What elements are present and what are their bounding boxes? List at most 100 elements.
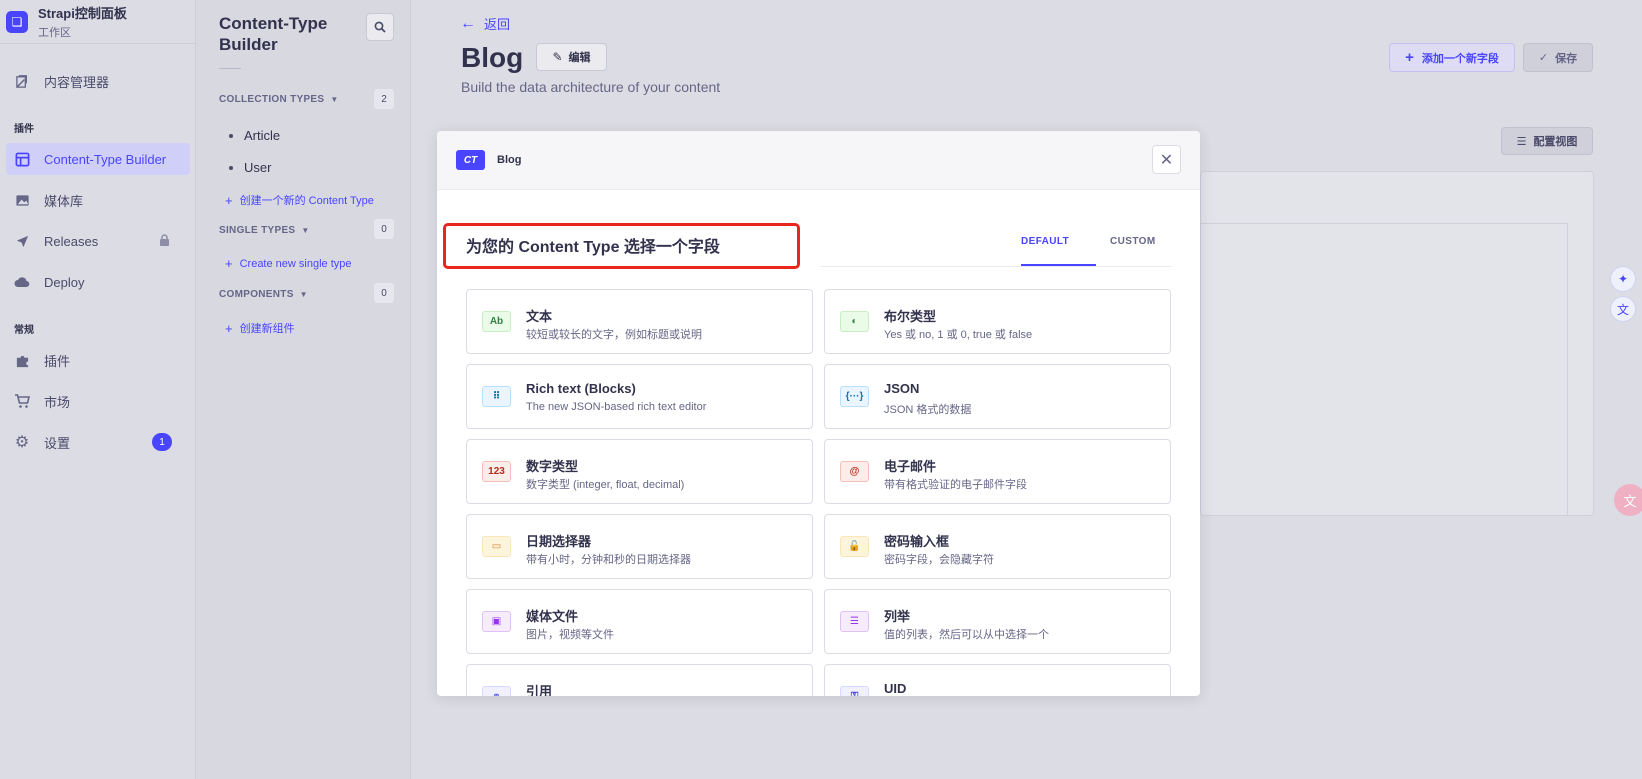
field-type-card[interactable]: ▭ 日期选择器带有小时，分钟和秒的日期选择器 xyxy=(466,514,813,579)
json-icon: {···} xyxy=(840,386,869,407)
field-type-description: 图片，视频等文件 xyxy=(526,629,614,641)
search-button[interactable] xyxy=(366,13,394,41)
nav-content-manager[interactable]: 内容管理器 xyxy=(6,65,190,97)
field-type-card[interactable]: ▣ 媒体文件 图片，视频等文件 xyxy=(466,589,813,654)
nav-content-type-builder[interactable]: Content-Type Builder xyxy=(6,143,190,175)
field-type-card[interactable]: @ 电子邮件 带有格式验证的电子邮件字段 xyxy=(824,439,1171,504)
active-tab-indicator xyxy=(1021,264,1096,266)
subnav-title: Content-Type Builder xyxy=(219,14,328,54)
field-type-name: 日期选择器 xyxy=(526,534,592,549)
collection-types-toggle[interactable]: COLLECTION TYPES ▼ xyxy=(219,94,339,105)
field-type-card[interactable]: 🔓 密码输入框 密码字段，会隐藏字符 xyxy=(824,514,1171,579)
field-type-card[interactable]: Ab 文本 较短或较长的文字，例如标题或说明 xyxy=(466,289,813,354)
ctb-subnav: Content-Type Builder COLLECTION TYPES ▼ … xyxy=(196,0,411,779)
brand[interactable]: ❏ Strapi控制面板 工作区 xyxy=(0,0,195,44)
field-type-name: 布尔类型 xyxy=(884,309,937,324)
key-icon: ⚿ xyxy=(840,686,869,696)
plus-icon: + xyxy=(225,320,233,336)
field-type-card[interactable]: ☰ 列举 值的列表，然后可以从中选择一个 xyxy=(824,589,1171,654)
collection-types-count: 2 xyxy=(374,89,394,109)
nav-label: 设置 xyxy=(44,435,71,451)
layout-icon xyxy=(14,151,30,167)
gear-icon: ⚙ xyxy=(14,434,30,451)
strapi-logo-icon: ❏ xyxy=(6,10,28,33)
nav-label: 内容管理器 xyxy=(44,74,110,90)
nav-settings[interactable]: ⚙ 设置 1 xyxy=(6,426,190,458)
plus-icon: + xyxy=(1405,49,1414,66)
field-type-description: 数字类型 (integer, float, decimal) xyxy=(526,479,685,491)
nav-plugins[interactable]: 插件 xyxy=(6,344,190,376)
create-component-link[interactable]: + 创建新组件 xyxy=(225,320,295,336)
relation-icon: ⚭ xyxy=(482,686,511,696)
modal-title: Blog xyxy=(497,154,522,166)
field-type-card[interactable]: {···} JSON JSON 格式的数据 xyxy=(824,364,1171,429)
field-type-description: 带有小时，分钟和秒的日期选择器 xyxy=(526,554,691,566)
number-icon: 123 xyxy=(482,461,511,482)
section-label: COMPONENTS xyxy=(219,289,294,300)
tab-default[interactable]: DEFAULT xyxy=(1021,236,1069,247)
nav-releases[interactable]: Releases xyxy=(6,225,190,257)
media-icon: ▣ xyxy=(482,611,511,632)
add-field-button[interactable]: + 添加一个新字段 xyxy=(1389,43,1515,72)
field-type-card[interactable]: ⚭ 引用 xyxy=(466,664,813,696)
cloud-icon xyxy=(14,274,30,290)
text-icon: Ab xyxy=(482,311,511,332)
back-link[interactable]: ← 返回 xyxy=(460,14,510,33)
close-icon: ✕ xyxy=(1159,151,1174,169)
nav-label: Deploy xyxy=(44,274,85,290)
field-type-card[interactable]: 123 数字类型数字类型 (integer, float, decimal) xyxy=(466,439,813,504)
configure-view-button[interactable]: ☰ 配置视图 xyxy=(1501,127,1593,155)
link-label: Create new single type xyxy=(239,257,352,270)
brand-subtitle: 工作区 xyxy=(38,27,71,39)
field-type-description: Yes 或 no, 1 或 0, true 或 false xyxy=(884,329,1033,341)
lock-icon: 🔓 xyxy=(840,536,869,557)
ct-item-user[interactable]: User xyxy=(229,160,271,175)
field-type-name: UID xyxy=(884,681,907,696)
feather-icon xyxy=(14,73,30,89)
single-types-toggle[interactable]: SINGLE TYPES ▼ xyxy=(219,225,310,236)
ct-item-article[interactable]: Article xyxy=(229,128,280,143)
nav-deploy[interactable]: Deploy xyxy=(6,266,190,298)
components-toggle[interactable]: COMPONENTS ▼ xyxy=(219,289,308,300)
page-subtitle: Build the data architecture of your cont… xyxy=(461,79,721,95)
list-settings-icon: ☰ xyxy=(1516,135,1527,148)
nav-marketplace[interactable]: 市场 xyxy=(6,385,190,417)
cart-icon xyxy=(14,393,30,409)
edit-button[interactable]: ✎ 编辑 xyxy=(536,43,607,71)
field-type-card[interactable]: ⚿ UID xyxy=(824,664,1171,696)
content-type-chip: CT xyxy=(456,150,485,170)
sparkle-icon[interactable]: ✦ xyxy=(1610,266,1636,292)
translate-icon[interactable]: 文 xyxy=(1610,296,1636,322)
caret-down-icon: ▼ xyxy=(330,95,339,104)
field-type-name: 数字类型 xyxy=(526,459,579,474)
translate-bubble-icon[interactable]: 文 xyxy=(1614,484,1642,516)
close-button[interactable]: ✕ xyxy=(1152,145,1181,174)
nav-section-plugins: 插件 xyxy=(14,124,34,135)
blocks-icon: ⠿ xyxy=(482,386,511,407)
create-single-type-link[interactable]: + Create new single type xyxy=(225,256,352,271)
field-type-description: 密码字段，会隐藏字符 xyxy=(884,554,994,566)
modal-header: CT Blog ✕ xyxy=(437,131,1200,190)
field-type-description: 较短或较长的文字，例如标题或说明 xyxy=(526,329,702,341)
section-label: SINGLE TYPES xyxy=(219,225,296,236)
calendar-icon: ▭ xyxy=(482,536,511,557)
field-type-card[interactable]: ⠿ Rich text (Blocks) The new JSON-based ri… xyxy=(466,364,813,429)
nav-section-general: 常规 xyxy=(14,325,34,336)
notification-badge: 1 xyxy=(152,433,172,451)
nav-media-library[interactable]: 媒体库 xyxy=(6,184,190,216)
create-collection-type-link[interactable]: + 创建一个新的 Content Type xyxy=(225,192,374,208)
field-type-card[interactable]: ◐ 布尔类型 Yes 或 no, 1 或 0, true 或 false xyxy=(824,289,1171,354)
search-icon xyxy=(374,21,386,33)
single-types-count: 0 xyxy=(374,219,394,239)
fields-table-inner xyxy=(1200,223,1568,516)
field-type-name: JSON xyxy=(884,381,920,396)
ct-item-label: Article xyxy=(244,128,281,143)
save-button[interactable]: ✓ 保存 xyxy=(1523,43,1593,72)
button-label: 保存 xyxy=(1555,52,1578,65)
field-type-description: JSON 格式的数据 xyxy=(884,404,972,416)
tab-custom[interactable]: CUSTOM xyxy=(1110,236,1156,247)
section-label: COLLECTION TYPES xyxy=(219,94,325,105)
button-label: 编辑 xyxy=(568,52,591,64)
enumeration-icon: ☰ xyxy=(840,611,869,632)
ct-item-label: User xyxy=(244,160,272,175)
